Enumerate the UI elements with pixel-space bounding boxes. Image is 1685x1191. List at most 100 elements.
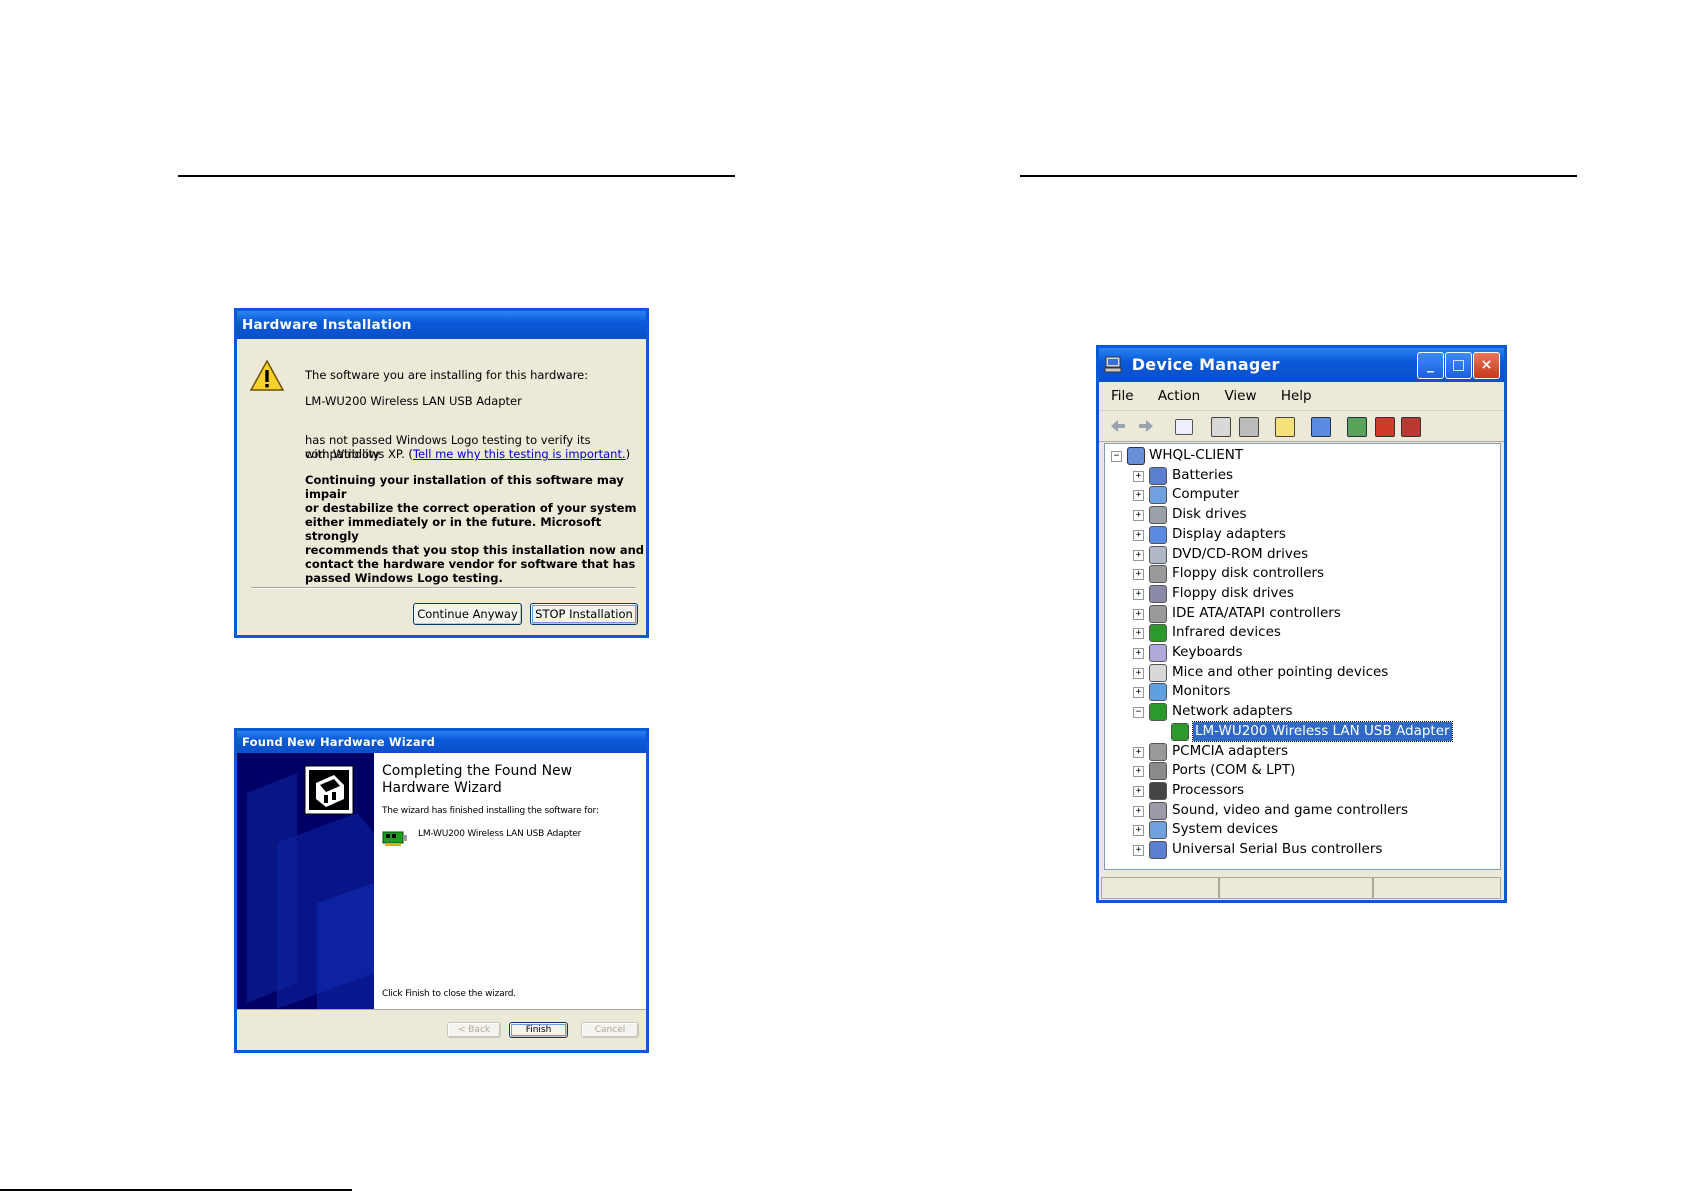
device-name: LM-WU200 Wireless LAN USB Adapter: [305, 394, 522, 408]
device-category-icon: [1149, 801, 1167, 820]
expand-toggle[interactable]: +: [1133, 648, 1144, 659]
expand-toggle[interactable]: +: [1133, 667, 1144, 679]
collapse-toggle[interactable]: −: [1111, 451, 1122, 462]
continue-anyway-button[interactable]: Continue Anyway: [413, 603, 522, 625]
device-category-icon: [1149, 545, 1167, 564]
tree-item[interactable]: Processors: [1172, 781, 1244, 800]
dialog-title: Hardware Installation: [237, 311, 646, 339]
cancel-button[interactable]: Cancel: [581, 1022, 639, 1038]
logo-text-line2: with Windows XP. (Tell me why this testi…: [305, 447, 631, 461]
device-category-icon: [1149, 525, 1167, 544]
device-category-icon: [1149, 781, 1167, 800]
expand-toggle[interactable]: +: [1133, 569, 1144, 581]
expand-toggle[interactable]: +: [1133, 766, 1144, 778]
tree-item[interactable]: Disk drives: [1172, 505, 1247, 524]
tree-item[interactable]: System devices: [1172, 820, 1278, 839]
menu-view[interactable]: View: [1224, 388, 1256, 404]
status-bar: [1099, 874, 1504, 900]
back-arrow-icon[interactable]: [1109, 417, 1127, 435]
expand-toggle[interactable]: +: [1133, 529, 1144, 541]
tree-item[interactable]: DVD/CD-ROM drives: [1172, 545, 1308, 564]
device-category-icon: [1149, 506, 1167, 525]
expand-toggle[interactable]: +: [1133, 845, 1144, 856]
expand-toggle[interactable]: +: [1133, 608, 1144, 620]
tree-item[interactable]: Sound, video and game controllers: [1172, 801, 1408, 820]
device-category-icon: [1149, 624, 1167, 643]
expand-toggle[interactable]: +: [1133, 746, 1144, 758]
tree-item[interactable]: Display adapters: [1172, 525, 1286, 544]
update-driver-icon[interactable]: [1347, 417, 1367, 437]
device-manager-title: Device Manager: [1131, 355, 1280, 374]
expand-toggle[interactable]: +: [1133, 805, 1144, 817]
tree-item[interactable]: Network adapters: [1172, 702, 1293, 721]
network-card-icon: [382, 831, 407, 846]
tree-item[interactable]: Infrared devices: [1172, 623, 1281, 642]
print-icon[interactable]: [1239, 417, 1259, 437]
tree-item[interactable]: Mice and other pointing devices: [1172, 663, 1388, 682]
device-category-icon: [1149, 604, 1167, 623]
status-pane-2: [1219, 877, 1373, 899]
menu-action[interactable]: Action: [1158, 388, 1200, 404]
wizard-title: Found New Hardware Wizard: [237, 731, 646, 753]
tree-item[interactable]: Universal Serial Bus controllers: [1172, 840, 1382, 859]
wizard-banner: [237, 753, 374, 1009]
menu-help[interactable]: Help: [1281, 388, 1312, 404]
tree-item[interactable]: Floppy disk controllers: [1172, 564, 1324, 583]
tree-root[interactable]: WHQL-CLIENT: [1149, 446, 1243, 465]
status-pane-3: [1373, 877, 1501, 899]
tree-item-selected-device[interactable]: LM-WU200 Wireless LAN USB Adapter: [1192, 720, 1453, 742]
close-button[interactable]: ×: [1473, 352, 1500, 379]
tree-item[interactable]: Keyboards: [1172, 643, 1243, 662]
device-category-icon: [1149, 663, 1167, 682]
status-pane-1: [1101, 877, 1219, 899]
expand-toggle[interactable]: +: [1133, 470, 1144, 482]
tree-item[interactable]: Batteries: [1172, 466, 1233, 485]
maximize-button[interactable]: □: [1445, 352, 1472, 379]
collapse-toggle[interactable]: −: [1133, 707, 1144, 719]
tree-item[interactable]: Floppy disk drives: [1172, 584, 1294, 603]
device-category-icon: [1149, 644, 1167, 662]
disable-icon[interactable]: [1401, 417, 1421, 437]
toolbar: [1099, 411, 1504, 442]
device-category-icon: [1149, 466, 1167, 485]
expand-toggle[interactable]: +: [1133, 825, 1144, 837]
right-page-header-rule: [1020, 175, 1577, 177]
menu-file[interactable]: File: [1111, 388, 1134, 404]
device-category-icon: [1149, 486, 1167, 505]
device-category-icon: [1149, 703, 1167, 722]
finish-button[interactable]: Finish: [509, 1022, 568, 1038]
expand-toggle[interactable]: +: [1133, 490, 1144, 502]
expand-toggle[interactable]: +: [1133, 785, 1144, 797]
wizard-heading-line2: Hardware Wizard: [382, 780, 502, 796]
computer-icon: [1127, 447, 1145, 465]
device-tree: − WHQL-CLIENT + Batteries + Computer + Disk d…: [1104, 443, 1501, 870]
properties-icon[interactable]: [1211, 417, 1231, 437]
stop-installation-button[interactable]: STOP Installation: [530, 603, 638, 625]
back-button[interactable]: < Back: [447, 1022, 501, 1038]
tree-item[interactable]: IDE ATA/ATAPI controllers: [1172, 604, 1341, 623]
wizard-heading-line1: Completing the Found New: [382, 763, 573, 779]
tree-item[interactable]: Ports (COM & LPT): [1172, 761, 1295, 780]
tree-item[interactable]: PCMCIA adapters: [1172, 742, 1288, 761]
expand-toggle[interactable]: +: [1133, 687, 1144, 699]
expand-toggle[interactable]: +: [1133, 510, 1144, 522]
tree-item[interactable]: Monitors: [1172, 682, 1230, 701]
why-testing-link[interactable]: Tell me why this testing is important.: [413, 447, 626, 461]
device-category-icon: [1149, 841, 1167, 859]
forward-arrow-icon[interactable]: [1137, 417, 1155, 435]
help-icon[interactable]: [1275, 417, 1295, 437]
wizard-button-bar: < Back Finish Cancel: [237, 1009, 646, 1050]
scan-hardware-icon[interactable]: [1311, 417, 1331, 437]
wizard-content: Completing the Found New Hardware Wizard…: [374, 753, 646, 1009]
expand-toggle[interactable]: +: [1133, 549, 1144, 561]
show-hide-tree-icon[interactable]: [1175, 419, 1193, 435]
warning-text: Continuing your installation of this sof…: [305, 473, 645, 585]
minimize-button[interactable]: _: [1417, 352, 1444, 379]
uninstall-icon[interactable]: [1375, 417, 1395, 437]
device-category-icon: [1149, 683, 1167, 702]
tree-item[interactable]: Computer: [1172, 485, 1239, 504]
expand-toggle[interactable]: +: [1133, 628, 1144, 640]
hardware-wizard-icon: [304, 765, 354, 815]
left-page-header-rule: [178, 175, 735, 177]
expand-toggle[interactable]: +: [1133, 588, 1144, 600]
